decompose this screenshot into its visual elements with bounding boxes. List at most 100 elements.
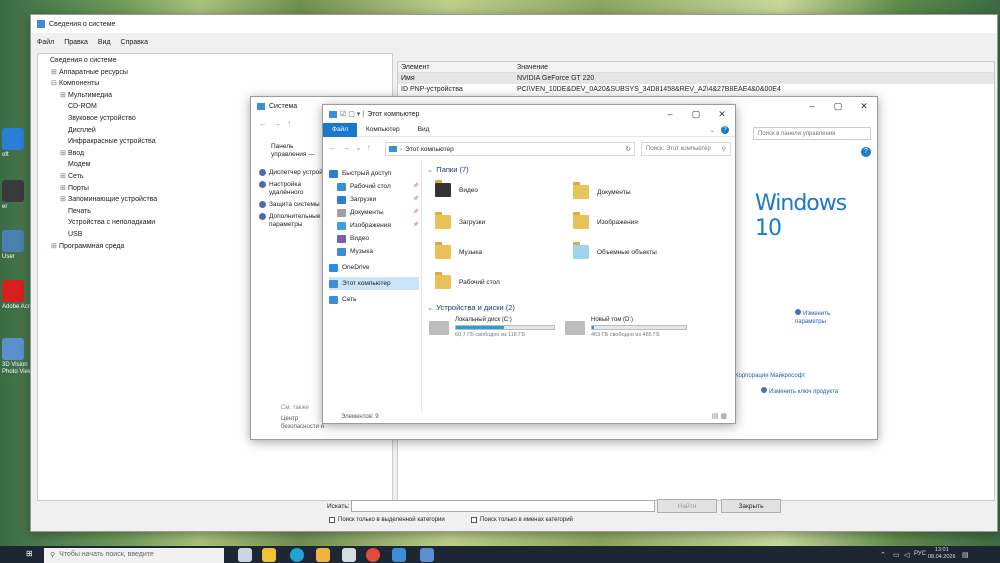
folder-pictures[interactable]: Изображения <box>573 212 638 229</box>
system-protection-link[interactable]: Защита системы <box>259 201 329 209</box>
remote-access-link[interactable]: Настройка удалённого доступа <box>259 181 329 197</box>
taskbar-search-input[interactable]: ⚲ Чтобы начать поиск, введите <box>44 548 224 563</box>
quick-access-toolbar-icon[interactable]: ☑ ▢ ▾ | <box>340 110 364 118</box>
maximize-icon[interactable]: ▢ <box>683 105 709 123</box>
tree-item[interactable]: ⊞ Аппаратные ресурсы <box>42 67 388 79</box>
pin-icon[interactable]: 📌 <box>413 180 419 193</box>
expand-icon[interactable]: ⊞ <box>51 67 59 79</box>
folders-header[interactable]: ⌄ Папки (7) <box>427 165 469 174</box>
address-bar[interactable]: › Этот компьютер ↻ <box>385 142 635 156</box>
refresh-icon[interactable]: ↻ <box>626 145 631 153</box>
help-icon[interactable]: ? <box>861 147 871 157</box>
close-icon[interactable]: ✕ <box>709 105 735 123</box>
drive-d[interactable]: Новый том (D:) 463 ГБ свободно из 465 ГБ <box>563 317 693 343</box>
store-icon[interactable] <box>316 548 330 562</box>
explorer-window[interactable]: ☑ ▢ ▾ | Этот компьютер – ▢ ✕ Файл Компью… <box>322 104 736 424</box>
nav-item[interactable]: Этот компьютер <box>329 277 419 290</box>
folder-desktop[interactable]: Рабочий стол <box>435 272 500 289</box>
license-link[interactable]: Корпорации Майкрософт <box>735 373 805 379</box>
nav-item[interactable]: Сеть <box>329 293 419 306</box>
folder-downloads[interactable]: Загрузки <box>435 212 485 229</box>
nav-item[interactable]: Загрузки 📌 <box>329 193 419 206</box>
pin-icon[interactable]: 📌 <box>413 206 419 219</box>
explorer-search-input[interactable]: Поиск: Этот компьютер ⚲ <box>641 142 731 156</box>
nav-item[interactable]: Быстрый доступ <box>329 167 419 180</box>
volume-icon[interactable]: ◁ <box>904 551 909 559</box>
help-icon[interactable]: ? <box>721 125 729 134</box>
expand-icon[interactable]: ⊞ <box>51 241 59 253</box>
category-only-checkbox[interactable]: Поиск только в выделенной категории <box>329 517 445 523</box>
expand-icon[interactable]: ⊞ <box>60 183 68 195</box>
language-indicator[interactable]: РУС <box>914 551 926 557</box>
notifications-icon[interactable]: ▤ <box>962 551 969 559</box>
table-row[interactable]: Имя NVIDIA GeForce GT 220 <box>398 73 994 84</box>
folder-music[interactable]: Музыка <box>435 242 482 259</box>
expand-icon[interactable]: ⊞ <box>60 90 68 102</box>
chrome-icon[interactable] <box>366 548 380 562</box>
menu-file[interactable]: Файл <box>37 39 54 46</box>
minimize-icon[interactable]: – <box>799 97 825 115</box>
chevron-down-icon: ⌄ <box>427 165 434 174</box>
table-row[interactable]: ID PNP-устройства PCI\VEN_10DE&DEV_0A20&… <box>398 84 994 95</box>
edge-icon[interactable] <box>290 548 304 562</box>
checkbox-box[interactable] <box>471 517 477 523</box>
control-panel-icon[interactable] <box>392 548 406 562</box>
menu-edit[interactable]: Правка <box>64 39 88 46</box>
minimize-icon[interactable]: – <box>657 105 683 123</box>
nav-item[interactable]: Рабочий стол 📌 <box>329 180 419 193</box>
tab-computer[interactable]: Компьютер <box>357 123 409 136</box>
network-icon[interactable]: ▭ <box>893 551 900 559</box>
close-button[interactable]: Закрыть <box>721 499 781 513</box>
drives-header[interactable]: ⌄ Устройства и диски (2) <box>427 303 515 312</box>
nav-item[interactable]: Документы 📌 <box>329 206 419 219</box>
find-button[interactable]: Найти <box>657 499 717 513</box>
nav-item-label: Музыка <box>350 248 373 255</box>
file-explorer-icon[interactable] <box>262 548 276 562</box>
nav-item[interactable]: Видео <box>329 232 419 245</box>
sysinfo-titlebar[interactable]: Сведения о системе <box>31 15 997 33</box>
task-view-icon[interactable] <box>238 548 252 562</box>
expand-icon[interactable]: ⊞ <box>60 148 68 160</box>
change-settings-link[interactable]: Изменить параметры <box>795 309 855 326</box>
column-header-value[interactable]: Значение <box>514 62 548 72</box>
tree-item[interactable]: ⊟ Компоненты <box>42 78 388 90</box>
nav-item[interactable]: Музыка <box>329 245 419 258</box>
checkbox-box[interactable] <box>329 517 335 523</box>
back-forward-icon[interactable]: ←→↑ <box>259 119 297 128</box>
mail-icon[interactable] <box>342 548 356 562</box>
folder-documents[interactable]: Документы <box>573 182 631 199</box>
system-info-icon[interactable] <box>420 548 434 562</box>
cp-home-link[interactable]: Панель управления — домашняя страница <box>271 143 329 159</box>
nav-item[interactable]: OneDrive <box>329 261 419 274</box>
tab-view[interactable]: Вид <box>409 123 439 136</box>
tray-chevron-icon[interactable]: ⌃ <box>880 551 886 559</box>
expand-icon[interactable]: ⊞ <box>60 171 68 183</box>
expand-icon[interactable]: ⊟ <box>51 78 59 90</box>
cp-search-input[interactable]: Поиск в панели управления <box>753 127 871 140</box>
nav-item[interactable]: Изображения 📌 <box>329 219 419 232</box>
device-manager-link[interactable]: Диспетчер устройств <box>259 169 329 177</box>
windows-start-icon[interactable]: ⊞ <box>26 549 36 559</box>
drive-c[interactable]: Локальный диск (C:) 60,7 ГБ свободно из … <box>427 317 557 343</box>
menu-view[interactable]: Вид <box>98 39 111 46</box>
product-key-link[interactable]: Изменить ключ продукта <box>761 387 838 395</box>
advanced-settings-link[interactable]: Дополнительные параметры системы <box>259 213 329 229</box>
folder-3d-objects[interactable]: Объемные объекты <box>573 242 657 259</box>
pin-icon[interactable]: 📌 <box>413 219 419 232</box>
clock[interactable]: 13:01 08.04.2026 <box>928 547 956 561</box>
close-icon[interactable]: ✕ <box>851 97 877 115</box>
expand-ribbon-icon[interactable]: ⌄ <box>710 126 715 134</box>
menu-help[interactable]: Справка <box>121 39 148 46</box>
nav-arrows-icon[interactable]: ←→⌄↑ <box>329 143 376 152</box>
search-input[interactable] <box>351 500 655 512</box>
names-only-checkbox[interactable]: Поиск только в именах категорий <box>471 517 573 523</box>
navigation-pane[interactable]: Быстрый доступ Рабочий стол 📌 Загрузки 📌 Доку… <box>329 167 419 306</box>
expand-icon[interactable]: ⊞ <box>60 194 68 206</box>
column-header-element[interactable]: Элемент <box>398 62 514 72</box>
pin-icon[interactable]: 📌 <box>413 193 419 206</box>
folder-video[interactable]: Видео <box>435 180 478 197</box>
tab-file[interactable]: Файл <box>323 122 357 137</box>
tree-item[interactable]: Сведения о системе <box>42 55 388 67</box>
maximize-icon[interactable]: ▢ <box>825 97 851 115</box>
view-toggle-icon[interactable]: ▤ ▦ <box>712 412 727 420</box>
